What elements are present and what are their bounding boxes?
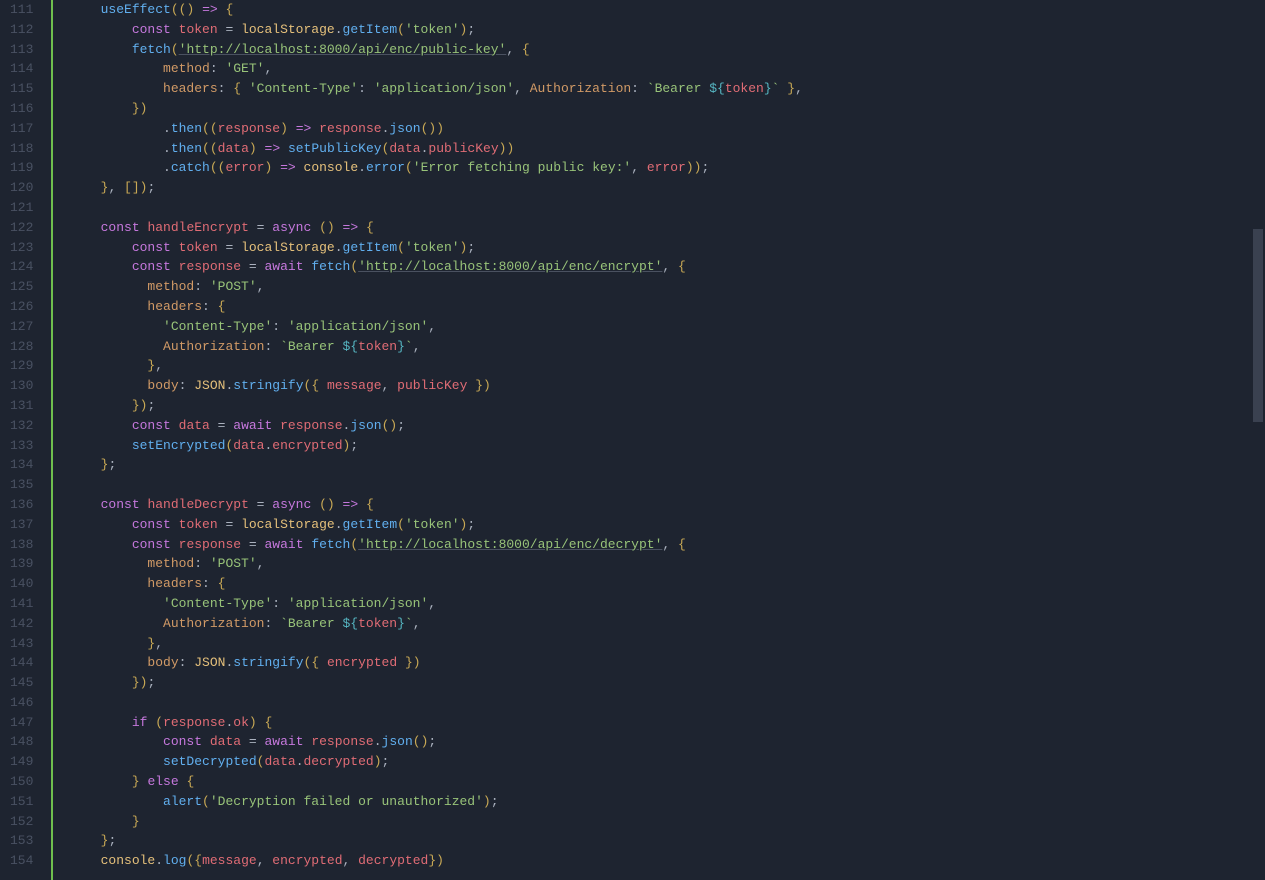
line-number: 138: [10, 535, 33, 555]
line-number: 114: [10, 59, 33, 79]
code-line[interactable]: [69, 693, 1265, 713]
line-number: 140: [10, 574, 33, 594]
line-number: 152: [10, 812, 33, 832]
code-line[interactable]: .catch((error) => console.error('Error f…: [69, 158, 1265, 178]
code-line[interactable]: });: [69, 673, 1265, 693]
code-line[interactable]: .then((response) => response.json()): [69, 119, 1265, 139]
line-number: 148: [10, 732, 33, 752]
code-line[interactable]: });: [69, 396, 1265, 416]
code-line[interactable]: Authorization: `Bearer ${token}`,: [69, 337, 1265, 357]
code-line[interactable]: headers: { 'Content-Type': 'application/…: [69, 79, 1265, 99]
diff-marker-border: [53, 0, 61, 880]
line-number: 144: [10, 653, 33, 673]
line-number: 137: [10, 515, 33, 535]
code-line[interactable]: const response = await fetch('http://loc…: [69, 535, 1265, 555]
line-number: 147: [10, 713, 33, 733]
code-line[interactable]: const token = localStorage.getItem('toke…: [69, 20, 1265, 40]
line-number: 112: [10, 20, 33, 40]
code-line[interactable]: },: [69, 634, 1265, 654]
code-line[interactable]: alert('Decryption failed or unauthorized…: [69, 792, 1265, 812]
line-number: 115: [10, 79, 33, 99]
code-line[interactable]: const token = localStorage.getItem('toke…: [69, 238, 1265, 258]
line-number: 123: [10, 238, 33, 258]
code-line[interactable]: setDecrypted(data.decrypted);: [69, 752, 1265, 772]
code-content[interactable]: useEffect(() => { const token = localSto…: [61, 0, 1265, 880]
code-line[interactable]: }: [69, 812, 1265, 832]
line-number: 132: [10, 416, 33, 436]
line-number: 146: [10, 693, 33, 713]
code-line[interactable]: }): [69, 99, 1265, 119]
code-line[interactable]: const data = await response.json();: [69, 732, 1265, 752]
line-number: 126: [10, 297, 33, 317]
code-line[interactable]: setEncrypted(data.encrypted);: [69, 436, 1265, 456]
line-number: 119: [10, 158, 33, 178]
code-line[interactable]: const data = await response.json();: [69, 416, 1265, 436]
line-number: 151: [10, 792, 33, 812]
code-line[interactable]: method: 'POST',: [69, 554, 1265, 574]
code-line[interactable]: body: JSON.stringify({ encrypted }): [69, 653, 1265, 673]
line-number: 143: [10, 634, 33, 654]
code-line[interactable]: method: 'GET',: [69, 59, 1265, 79]
code-line[interactable]: .then((data) => setPublicKey(data.public…: [69, 139, 1265, 159]
code-line[interactable]: };: [69, 831, 1265, 851]
code-line[interactable]: method: 'POST',: [69, 277, 1265, 297]
line-number: 134: [10, 455, 33, 475]
line-number: 111: [10, 0, 33, 20]
line-number: 141: [10, 594, 33, 614]
code-line[interactable]: [69, 475, 1265, 495]
line-number: 131: [10, 396, 33, 416]
code-line[interactable]: body: JSON.stringify({ message, publicKe…: [69, 376, 1265, 396]
line-number: 125: [10, 277, 33, 297]
line-number: 153: [10, 831, 33, 851]
code-line[interactable]: const handleDecrypt = async () => {: [69, 495, 1265, 515]
code-editor[interactable]: 1111121131141151161171181191201211221231…: [0, 0, 1265, 880]
line-number: 117: [10, 119, 33, 139]
line-number: 135: [10, 475, 33, 495]
line-number: 145: [10, 673, 33, 693]
code-line[interactable]: [69, 198, 1265, 218]
line-number: 116: [10, 99, 33, 119]
line-number: 139: [10, 554, 33, 574]
code-line[interactable]: console.log({message, encrypted, decrypt…: [69, 851, 1265, 871]
line-number: 113: [10, 40, 33, 60]
code-line[interactable]: headers: {: [69, 297, 1265, 317]
code-line[interactable]: headers: {: [69, 574, 1265, 594]
vertical-scrollbar[interactable]: [1251, 0, 1265, 880]
line-number: 133: [10, 436, 33, 456]
code-line[interactable]: fetch('http://localhost:8000/api/enc/pub…: [69, 40, 1265, 60]
code-line[interactable]: 'Content-Type': 'application/json',: [69, 317, 1265, 337]
line-number: 154: [10, 851, 33, 871]
code-line[interactable]: },: [69, 356, 1265, 376]
line-number: 129: [10, 356, 33, 376]
line-number: 130: [10, 376, 33, 396]
line-number: 136: [10, 495, 33, 515]
code-line[interactable]: 'Content-Type': 'application/json',: [69, 594, 1265, 614]
code-line[interactable]: } else {: [69, 772, 1265, 792]
line-number: 120: [10, 178, 33, 198]
line-number: 122: [10, 218, 33, 238]
code-line[interactable]: const token = localStorage.getItem('toke…: [69, 515, 1265, 535]
line-number-gutter: 1111121131141151161171181191201211221231…: [0, 0, 53, 880]
line-number: 124: [10, 257, 33, 277]
line-number: 121: [10, 198, 33, 218]
code-line[interactable]: const response = await fetch('http://loc…: [69, 257, 1265, 277]
code-line[interactable]: };: [69, 455, 1265, 475]
line-number: 142: [10, 614, 33, 634]
code-line[interactable]: const handleEncrypt = async () => {: [69, 218, 1265, 238]
code-line[interactable]: useEffect(() => {: [69, 0, 1265, 20]
scrollbar-thumb[interactable]: [1253, 229, 1263, 423]
line-number: 127: [10, 317, 33, 337]
code-line[interactable]: }, []);: [69, 178, 1265, 198]
line-number: 128: [10, 337, 33, 357]
code-line[interactable]: if (response.ok) {: [69, 713, 1265, 733]
line-number: 149: [10, 752, 33, 772]
line-number: 118: [10, 139, 33, 159]
code-line[interactable]: Authorization: `Bearer ${token}`,: [69, 614, 1265, 634]
line-number: 150: [10, 772, 33, 792]
